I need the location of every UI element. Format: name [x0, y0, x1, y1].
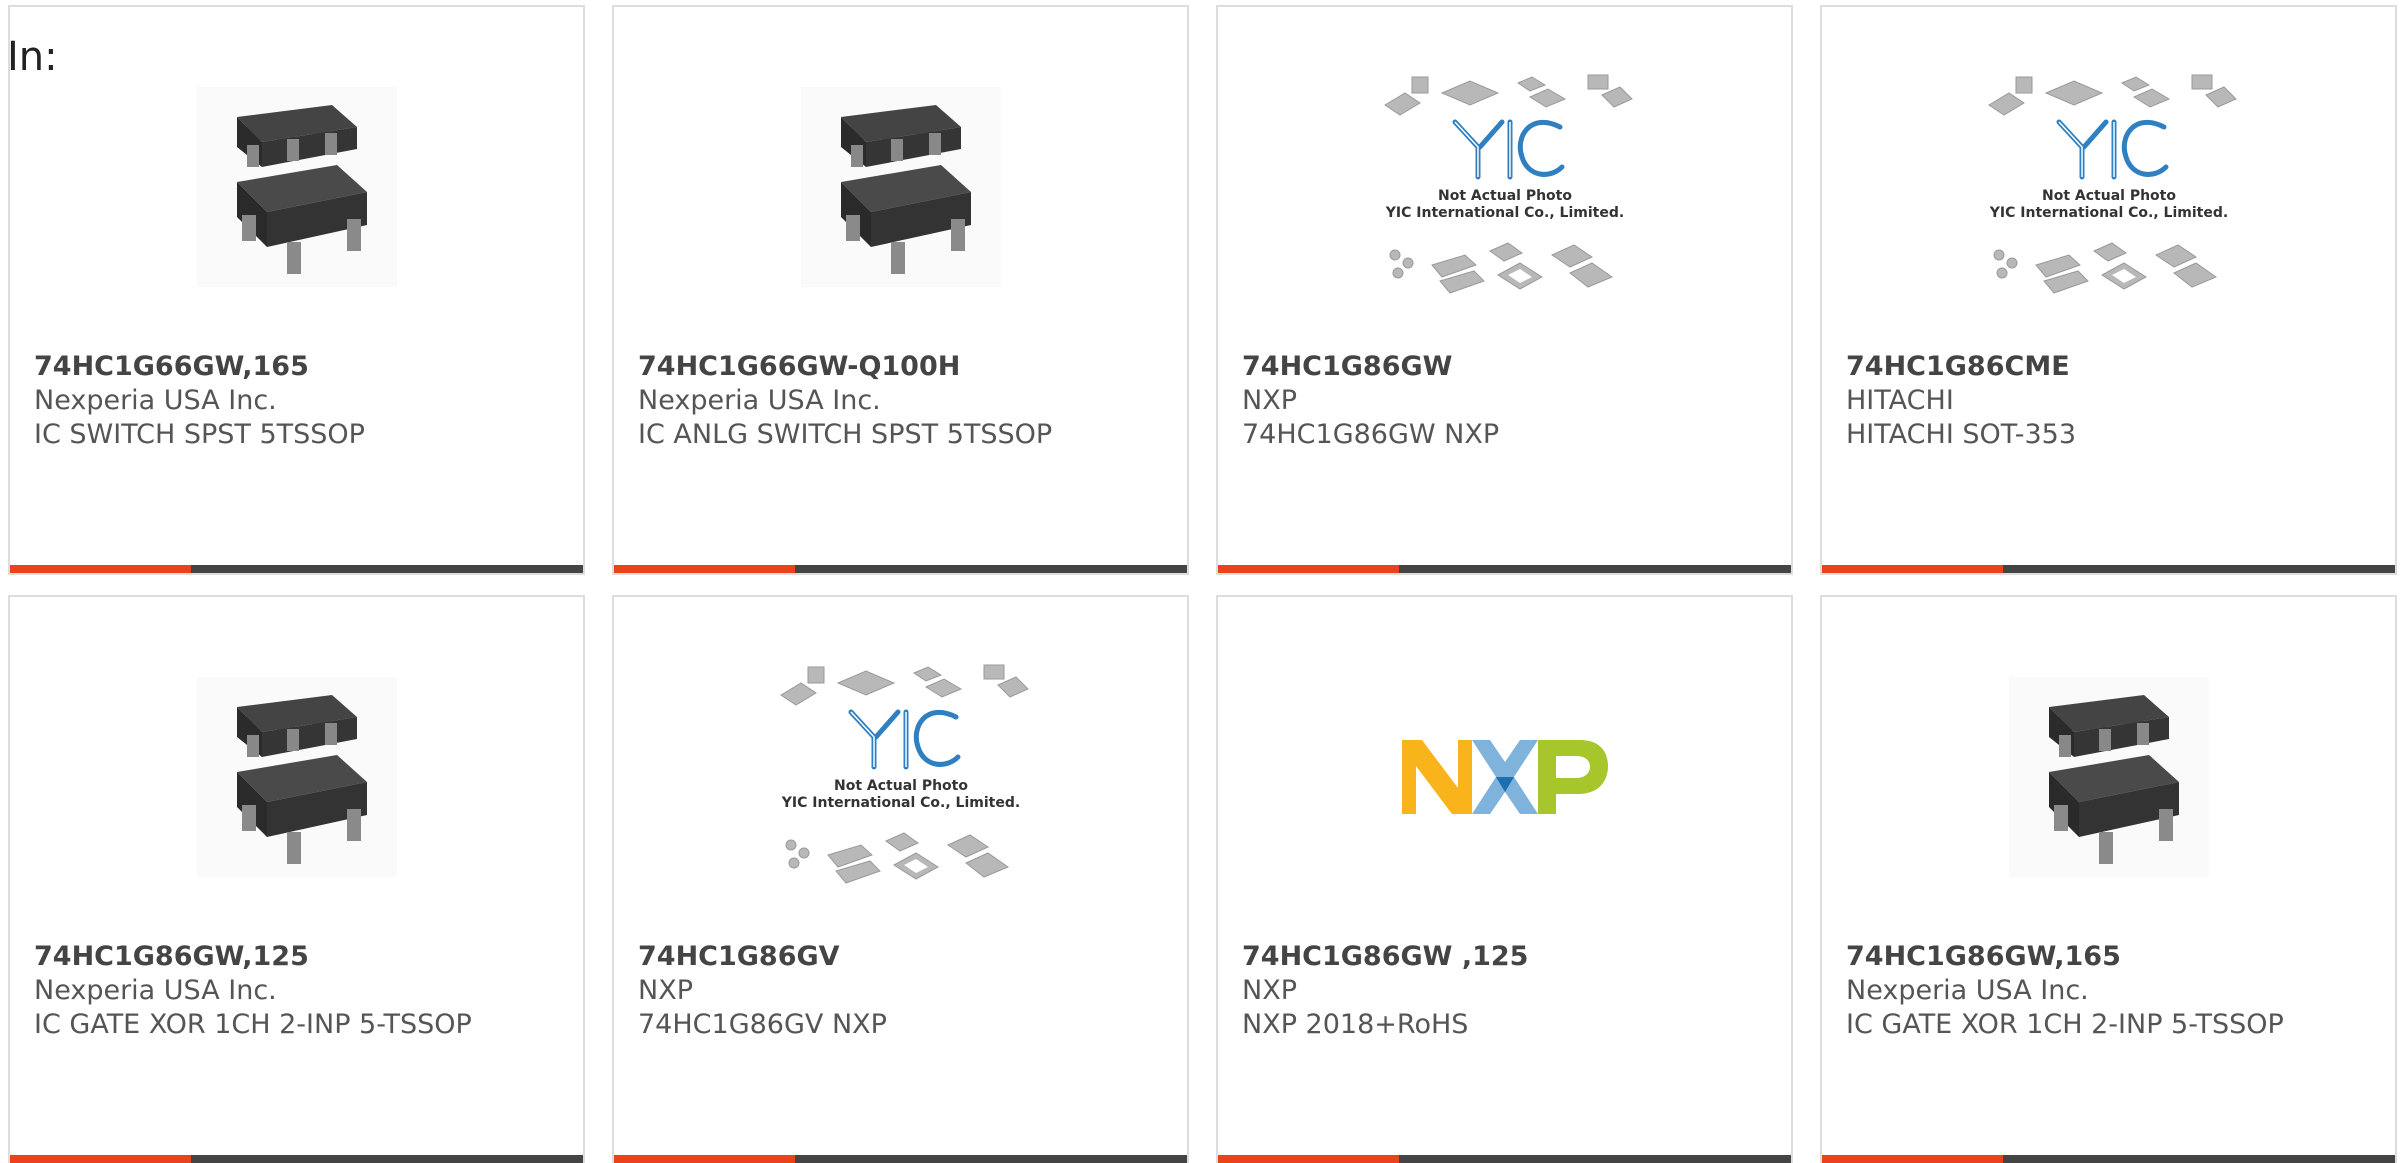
product-card[interactable]: Not Actual Photo YIC International Co., …	[612, 595, 1189, 1163]
card-bottom-bar	[1218, 1155, 1791, 1163]
product-grid: 74HC1G66GW,165 Nexperia USA Inc. IC SWIT…	[8, 5, 2397, 1163]
description: NXP 2018+RoHS	[1242, 1009, 1469, 1040]
nxp-logo-icon	[1401, 740, 1608, 814]
description: IC GATE XOR 1CH 2-INP 5-TSSOP	[34, 1009, 472, 1040]
card-accent-bar	[1822, 1155, 2003, 1163]
placeholder-line1: Not Actual Photo	[834, 778, 968, 794]
description: IC SWITCH SPST 5TSSOP	[34, 419, 365, 450]
placeholder-line2: YIC International Co., Limited.	[780, 795, 1019, 811]
description: 74HC1G86GV NXP	[638, 1009, 887, 1040]
filter-label: In:	[7, 34, 58, 80]
product-info: 74HC1G86GW ,125 NXP NXP 2018+RoHS	[1242, 940, 1771, 1042]
card-bottom-bar	[1218, 565, 1791, 573]
product-card[interactable]: 74HC1G86GW,125 Nexperia USA Inc. IC GATE…	[8, 595, 585, 1163]
part-number[interactable]: 74HC1G66GW,165	[34, 350, 563, 384]
product-card[interactable]: 74HC1G66GW,165 Nexperia USA Inc. IC SWIT…	[8, 5, 585, 575]
product-image[interactable]: Not Actual Photo YIC International Co., …	[766, 657, 1036, 897]
card-accent-bar	[1218, 565, 1399, 573]
manufacturer: Nexperia USA Inc.	[34, 385, 277, 416]
product-image[interactable]	[162, 67, 432, 307]
product-image[interactable]	[162, 657, 432, 897]
product-results-page: In: 74HC1G66GW,165 Nexperia USA Inc. IC …	[0, 0, 2400, 1163]
product-image[interactable]: Not Actual Photo YIC International Co., …	[1974, 67, 2244, 307]
placeholder-photo-icon: Not Actual Photo YIC International Co., …	[1383, 74, 1633, 294]
product-card[interactable]: 74HC1G66GW-Q100H Nexperia USA Inc. IC AN…	[612, 5, 1189, 575]
chip-package-icon	[196, 87, 397, 287]
description: HITACHI SOT-353	[1846, 419, 2077, 450]
description: IC GATE XOR 1CH 2-INP 5-TSSOP	[1846, 1009, 2284, 1040]
product-image[interactable]	[1370, 657, 1640, 897]
manufacturer: Nexperia USA Inc.	[638, 385, 881, 416]
card-bottom-bar	[614, 565, 1187, 573]
product-info: 74HC1G86GW,125 Nexperia USA Inc. IC GATE…	[34, 940, 563, 1042]
manufacturer: Nexperia USA Inc.	[1846, 975, 2089, 1006]
card-accent-bar	[1822, 565, 2003, 573]
card-accent-bar	[10, 565, 191, 573]
placeholder-line2: YIC International Co., Limited.	[1988, 205, 2227, 221]
part-number[interactable]: 74HC1G86GW,125	[34, 940, 563, 974]
product-info: 74HC1G66GW,165 Nexperia USA Inc. IC SWIT…	[34, 350, 563, 452]
card-bottom-bar	[10, 1155, 583, 1163]
chip-package-icon	[800, 87, 1001, 287]
card-accent-bar	[10, 1155, 191, 1163]
part-number[interactable]: 74HC1G86GV	[638, 940, 1167, 974]
part-number[interactable]: 74HC1G86GW,165	[1846, 940, 2375, 974]
product-card[interactable]: 74HC1G86GW ,125 NXP NXP 2018+RoHS	[1216, 595, 1793, 1163]
placeholder-photo-icon: Not Actual Photo YIC International Co., …	[1987, 74, 2237, 294]
product-card[interactable]: Not Actual Photo YIC International Co., …	[1216, 5, 1793, 575]
placeholder-line2: YIC International Co., Limited.	[1384, 205, 1623, 221]
part-number[interactable]: 74HC1G86GW	[1242, 350, 1771, 384]
card-bottom-bar	[614, 1155, 1187, 1163]
manufacturer: NXP	[1242, 385, 1297, 416]
placeholder-line1: Not Actual Photo	[2042, 188, 2176, 204]
part-number[interactable]: 74HC1G66GW-Q100H	[638, 350, 1167, 384]
card-accent-bar	[614, 565, 795, 573]
card-bottom-bar	[10, 565, 583, 573]
manufacturer: HITACHI	[1846, 385, 1954, 416]
chip-package-icon	[196, 677, 397, 877]
product-info: 74HC1G86GW,165 Nexperia USA Inc. IC GATE…	[1846, 940, 2375, 1042]
placeholder-photo-icon: Not Actual Photo YIC International Co., …	[779, 664, 1029, 884]
product-image[interactable]	[1974, 657, 2244, 897]
product-image[interactable]: Not Actual Photo YIC International Co., …	[1370, 67, 1640, 307]
product-info: 74HC1G86GV NXP 74HC1G86GV NXP	[638, 940, 1167, 1042]
part-number[interactable]: 74HC1G86CME	[1846, 350, 2375, 384]
manufacturer: NXP	[1242, 975, 1297, 1006]
product-card[interactable]: Not Actual Photo YIC International Co., …	[1820, 5, 2397, 575]
product-info: 74HC1G66GW-Q100H Nexperia USA Inc. IC AN…	[638, 350, 1167, 452]
chip-package-icon	[2008, 677, 2209, 877]
placeholder-line1: Not Actual Photo	[1438, 188, 1572, 204]
product-image[interactable]	[766, 67, 1036, 307]
description: 74HC1G86GW NXP	[1242, 419, 1500, 450]
description: IC ANLG SWITCH SPST 5TSSOP	[638, 419, 1053, 450]
product-info: 74HC1G86CME HITACHI HITACHI SOT-353	[1846, 350, 2375, 452]
card-accent-bar	[614, 1155, 795, 1163]
product-card[interactable]: 74HC1G86GW,165 Nexperia USA Inc. IC GATE…	[1820, 595, 2397, 1163]
card-bottom-bar	[1822, 1155, 2395, 1163]
manufacturer: NXP	[638, 975, 693, 1006]
card-bottom-bar	[1822, 565, 2395, 573]
product-info: 74HC1G86GW NXP 74HC1G86GW NXP	[1242, 350, 1771, 452]
manufacturer: Nexperia USA Inc.	[34, 975, 277, 1006]
part-number[interactable]: 74HC1G86GW ,125	[1242, 940, 1771, 974]
card-accent-bar	[1218, 1155, 1399, 1163]
